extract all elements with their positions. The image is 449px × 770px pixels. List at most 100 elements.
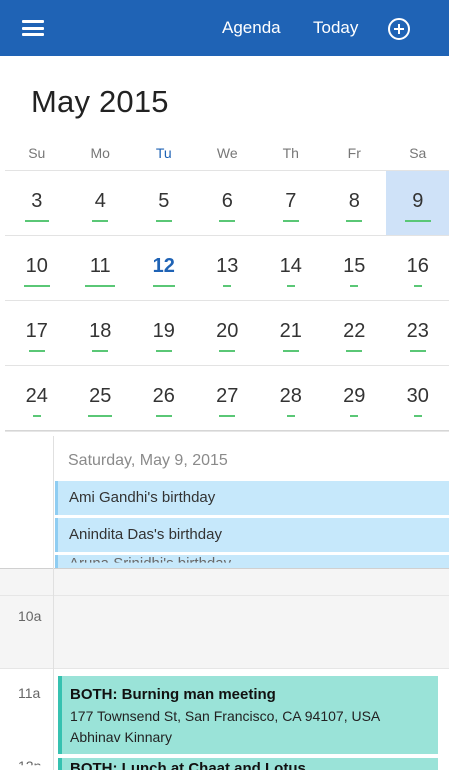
timeline-band [0, 568, 449, 668]
day-number: 3 [31, 190, 43, 212]
calendar-day[interactable]: 13 [196, 236, 260, 300]
all-day-event[interactable]: Ami Gandhi's birthday [55, 481, 449, 515]
day-number: 25 [89, 385, 112, 407]
hour-line [0, 595, 449, 596]
calendar-day[interactable]: 30 [386, 366, 449, 430]
section-divider [0, 568, 449, 569]
day-number: 10 [25, 255, 48, 277]
weekday-header: Su Mo Tu We Th Fr Sa [5, 145, 449, 167]
day-number: 5 [158, 190, 170, 212]
hour-label: 11a [18, 685, 41, 701]
event-indicator [286, 415, 295, 417]
calendar-day[interactable]: 8 [323, 171, 387, 235]
day-number: 26 [152, 385, 175, 407]
grid-divider [5, 430, 449, 432]
day-agenda: Saturday, May 9, 2015 Ami Gandhi's birth… [0, 436, 449, 770]
weekday-label: Fr [347, 145, 361, 161]
calendar-day[interactable]: 4 [69, 171, 133, 235]
day-number: 24 [25, 385, 48, 407]
hour-line [0, 668, 449, 669]
event-title: Anindita Das's birthday [69, 526, 222, 543]
calendar-day[interactable]: 5 [132, 171, 196, 235]
calendar-day[interactable]: 10 [5, 236, 69, 300]
calendar-day[interactable]: 17 [5, 301, 69, 365]
weekday-label: Sa [409, 145, 427, 161]
day-number: 4 [94, 190, 106, 212]
hour-label: 10a [18, 608, 42, 624]
event-indicator [155, 220, 172, 222]
day-number: 29 [343, 385, 366, 407]
event-indicator [282, 350, 299, 352]
calendar-day[interactable]: 26 [132, 366, 196, 430]
hamburger-menu-icon[interactable] [22, 20, 44, 36]
day-number: 15 [343, 255, 366, 277]
calendar-day[interactable]: 6 [196, 171, 260, 235]
agenda-button[interactable]: Agenda [222, 18, 281, 38]
day-number: 14 [279, 255, 302, 277]
plus-circle-icon[interactable] [388, 18, 410, 40]
day-number: 22 [343, 320, 366, 342]
calendar-day[interactable]: 3 [5, 171, 69, 235]
event-indicator [28, 350, 45, 352]
day-number: 16 [406, 255, 429, 277]
calendar-day[interactable]: 21 [259, 301, 323, 365]
calendar-day[interactable]: 7 [259, 171, 323, 235]
event-indicator [88, 415, 113, 417]
event-indicator [286, 285, 295, 287]
event-organizer: Abhinav Kinnary [70, 729, 172, 745]
agenda-date-header: Saturday, May 9, 2015 [68, 452, 228, 469]
calendar-day[interactable]: 25 [69, 366, 133, 430]
all-day-event[interactable]: Anindita Das's birthday [55, 518, 449, 552]
event-indicator [413, 285, 422, 287]
event-location: 177 Townsend St, San Francisco, CA 94107… [70, 708, 381, 724]
weekday-label: Mo [90, 145, 110, 161]
calendar-day[interactable]: 18 [69, 301, 133, 365]
day-number: 13 [216, 255, 239, 277]
event-indicator [23, 285, 50, 287]
today-button[interactable]: Today [313, 18, 358, 38]
event-indicator [92, 220, 109, 222]
timed-area: 10a 11a 12p BOTH: Burning man meeting 17… [0, 568, 449, 770]
day-number: 8 [348, 190, 360, 212]
week-row: 10 11 12 13 14 15 16 [5, 235, 449, 300]
event-indicator [223, 285, 232, 287]
calendar-day[interactable]: 16 [386, 236, 449, 300]
weekday-label-today: Tu [155, 145, 172, 161]
day-number: 18 [89, 320, 112, 342]
day-number: 6 [221, 190, 233, 212]
calendar-day[interactable]: 19 [132, 301, 196, 365]
day-number: 19 [152, 320, 175, 342]
day-number: 21 [279, 320, 302, 342]
week-row: 24 25 26 27 28 29 30 [5, 365, 449, 430]
calendar-day[interactable]: 23 [386, 301, 449, 365]
calendar-day[interactable]: 14 [259, 236, 323, 300]
event-indicator [155, 415, 172, 417]
all-day-event[interactable]: Aruna Srinidhi's birthday [55, 555, 449, 569]
event-indicator [413, 415, 422, 417]
month-title: May 2015 [31, 84, 169, 119]
event-indicator [155, 350, 172, 352]
event-indicator [92, 350, 109, 352]
event-indicator [24, 220, 49, 222]
calendar-day-selected[interactable]: 9 [386, 171, 449, 235]
weekday-label: Th [282, 145, 299, 161]
timed-event[interactable]: BOTH: Burning man meeting 177 Townsend S… [58, 676, 438, 754]
event-indicator [32, 415, 41, 417]
calendar-day-today[interactable]: 12 [132, 236, 196, 300]
calendar-day[interactable]: 15 [323, 236, 387, 300]
event-indicator [85, 285, 116, 287]
calendar-day[interactable]: 24 [5, 366, 69, 430]
event-indicator [219, 415, 236, 417]
event-indicator [282, 220, 299, 222]
calendar-day[interactable]: 27 [196, 366, 260, 430]
day-number: 9 [412, 190, 424, 212]
day-number: 27 [216, 385, 239, 407]
calendar-day[interactable]: 20 [196, 301, 260, 365]
timed-event[interactable]: BOTH: Lunch at Chaat and Lotus [58, 758, 438, 770]
day-number: 20 [216, 320, 239, 342]
calendar-day[interactable]: 29 [323, 366, 387, 430]
calendar-day[interactable]: 11 [69, 236, 133, 300]
calendar-day[interactable]: 28 [259, 366, 323, 430]
weekday-label: Su [28, 145, 46, 161]
calendar-day[interactable]: 22 [323, 301, 387, 365]
